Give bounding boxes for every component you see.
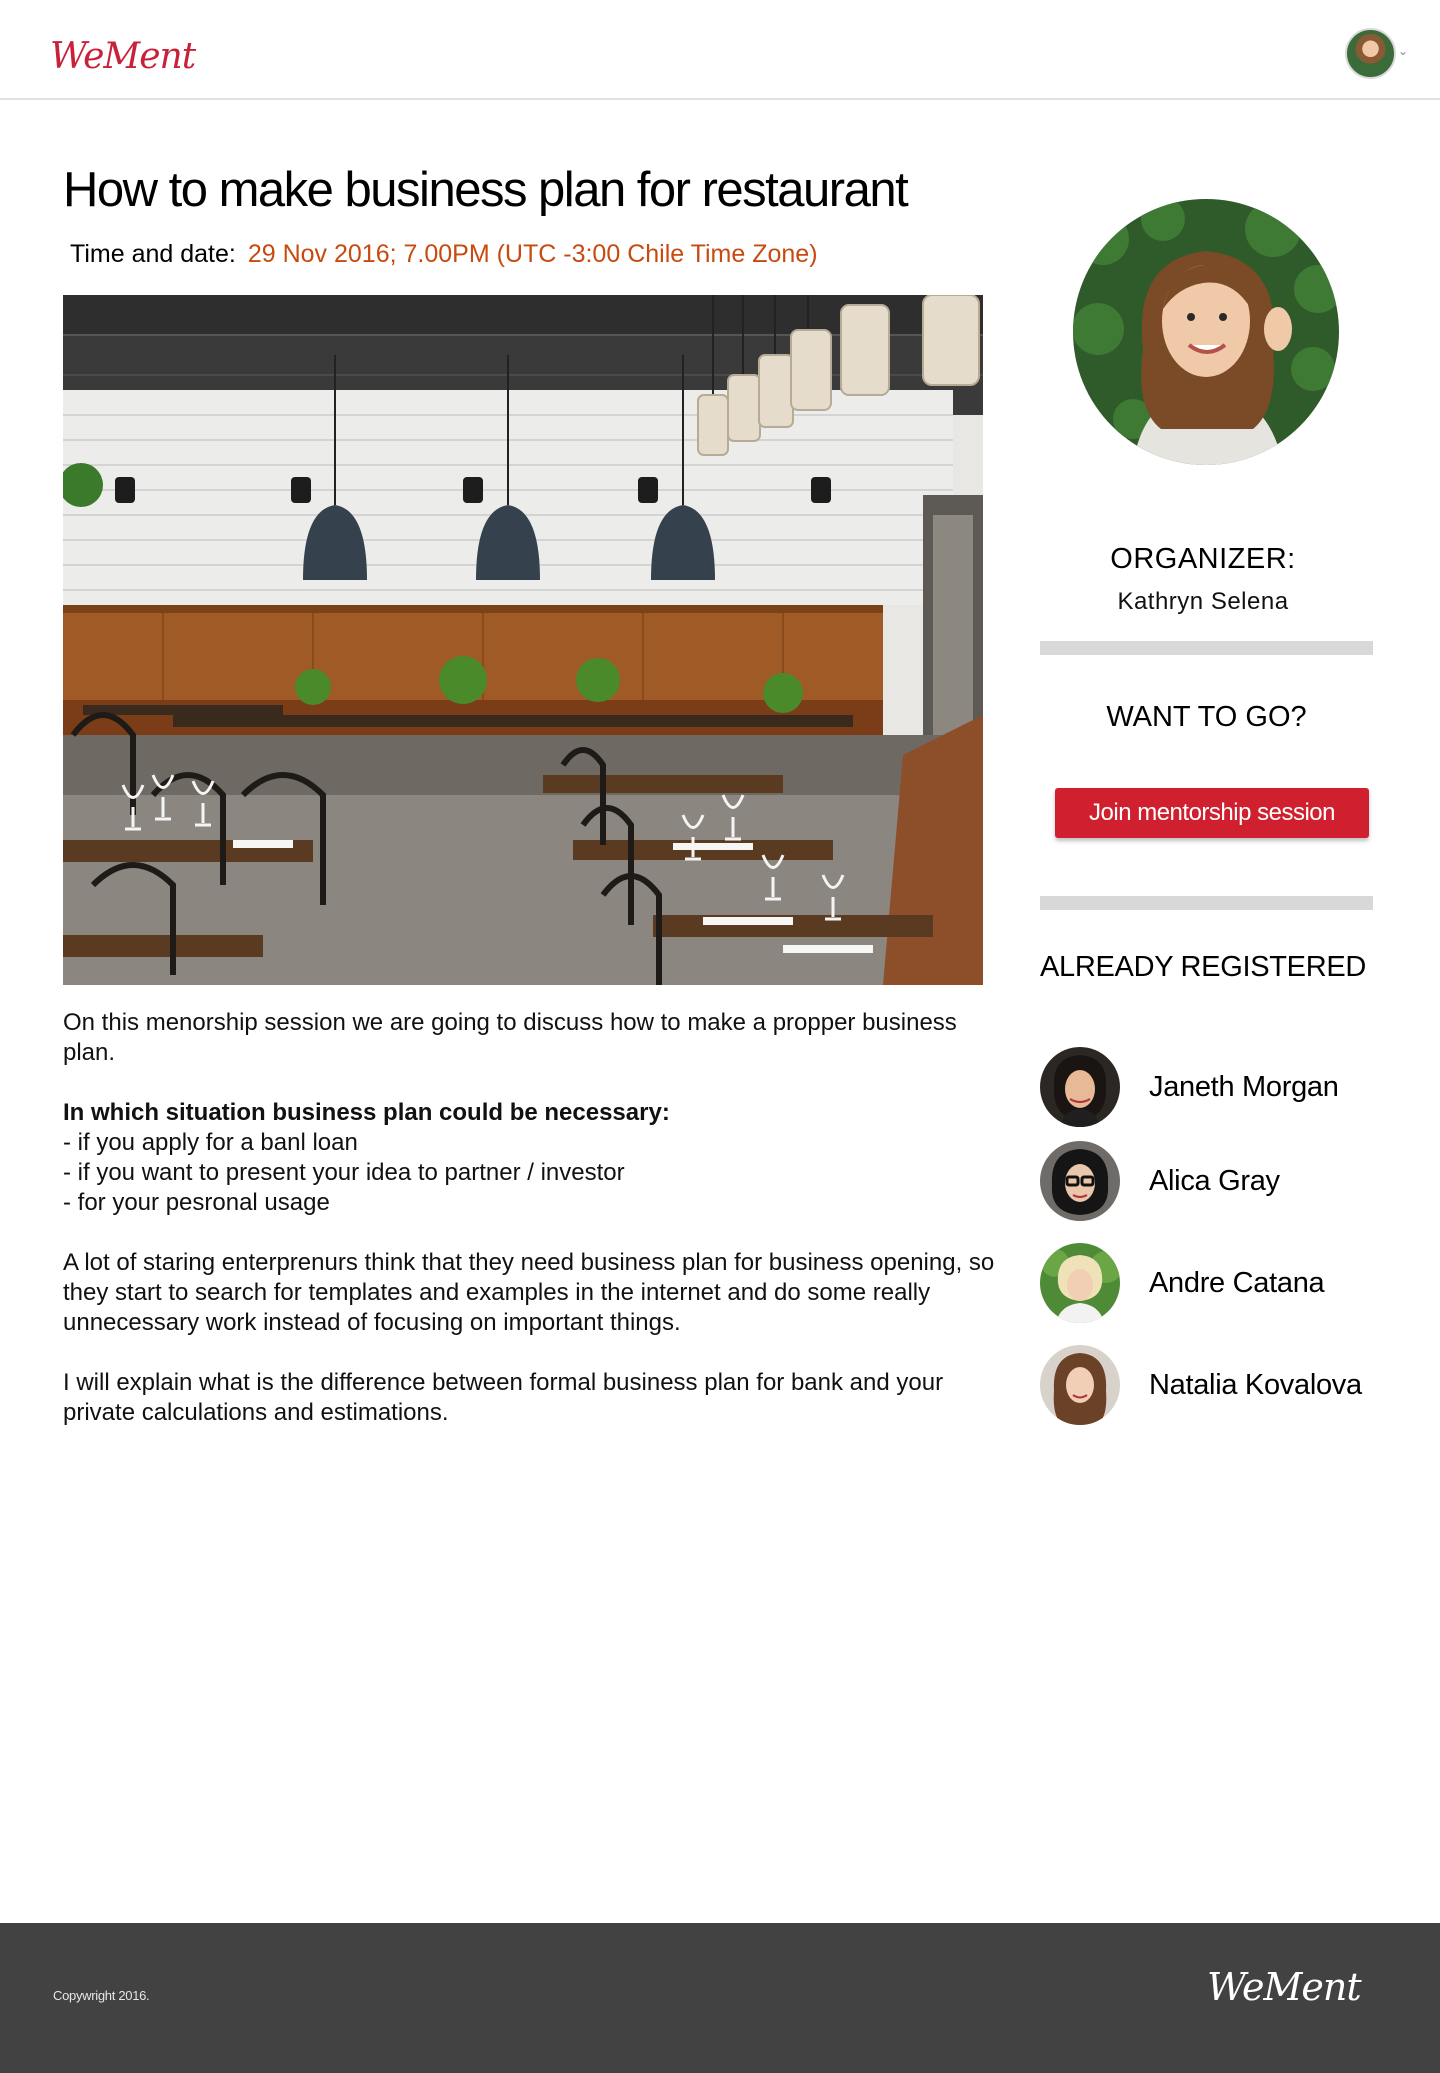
- attendee-name[interactable]: Natalia Kovalova: [1149, 1369, 1362, 1402]
- sidebar-divider: [1040, 896, 1373, 910]
- organizer-photo: [1073, 199, 1339, 465]
- attendee-name[interactable]: Janeth Morgan: [1149, 1071, 1339, 1104]
- event-time-and-date: Time and date: 29 Nov 2016; 7.00PM (UTC -…: [70, 240, 818, 269]
- attendee-avatar[interactable]: [1040, 1243, 1120, 1323]
- already-registered-label: ALREADY REGISTERED: [1040, 951, 1367, 983]
- description-intro: On this menorship session we are going t…: [63, 1009, 957, 1066]
- user-menu[interactable]: ⌄: [1345, 28, 1408, 80]
- attendee-avatar[interactable]: [1040, 1141, 1120, 1221]
- situation-item: - if you want to present your idea to pa…: [63, 1159, 625, 1186]
- session-description: On this menorship session we are going t…: [63, 1008, 1003, 1458]
- attendee-name[interactable]: Andre Catana: [1149, 1267, 1325, 1300]
- attendee-name[interactable]: Alica Gray: [1149, 1165, 1280, 1198]
- sidebar-divider: [1040, 641, 1373, 655]
- attendee-item[interactable]: Natalia Kovalova: [1040, 1345, 1400, 1425]
- attendee-item[interactable]: Janeth Morgan: [1040, 1047, 1400, 1127]
- situation-item: - for your pesronal usage: [63, 1189, 330, 1216]
- time-and-date-label: Time and date:: [70, 240, 236, 268]
- situations-heading: In which situation business plan could b…: [63, 1099, 670, 1126]
- restaurant-hero-image: [63, 295, 983, 985]
- description-paragraph: A lot of staring enterprenurs think that…: [63, 1249, 995, 1336]
- attendee-avatar[interactable]: [1040, 1345, 1120, 1425]
- time-and-date-value: 29 Nov 2016; 7.00PM (UTC -3:00 Chile Tim…: [247, 240, 818, 268]
- description-situations: In which situation business plan could b…: [63, 1098, 1003, 1218]
- page-title: How to make business plan for restaurant: [63, 163, 909, 217]
- copyright-text: Copywright 2016.: [53, 1988, 150, 2003]
- join-session-button[interactable]: Join mentorship session: [1055, 788, 1369, 838]
- organizer-name[interactable]: Kathryn Selena: [1040, 588, 1366, 616]
- attendee-item[interactable]: Alica Gray: [1040, 1141, 1400, 1221]
- chevron-down-icon[interactable]: ⌄: [1398, 44, 1408, 58]
- wement-logo[interactable]: WeMent: [50, 36, 196, 77]
- top-navigation-bar: WeMent ⌄: [0, 0, 1440, 100]
- situation-item: - if you apply for a banl loan: [63, 1129, 358, 1156]
- footer-logo[interactable]: WeMent: [1207, 1965, 1362, 2009]
- attendee-item[interactable]: Andre Catana: [1040, 1243, 1400, 1323]
- description-paragraph: I will explain what is the difference be…: [63, 1369, 944, 1426]
- attendee-avatar[interactable]: [1040, 1047, 1120, 1127]
- user-avatar[interactable]: [1345, 28, 1396, 79]
- organizer-label: ORGANIZER:: [1110, 543, 1296, 575]
- want-to-go-label: WANT TO GO?: [1106, 701, 1307, 733]
